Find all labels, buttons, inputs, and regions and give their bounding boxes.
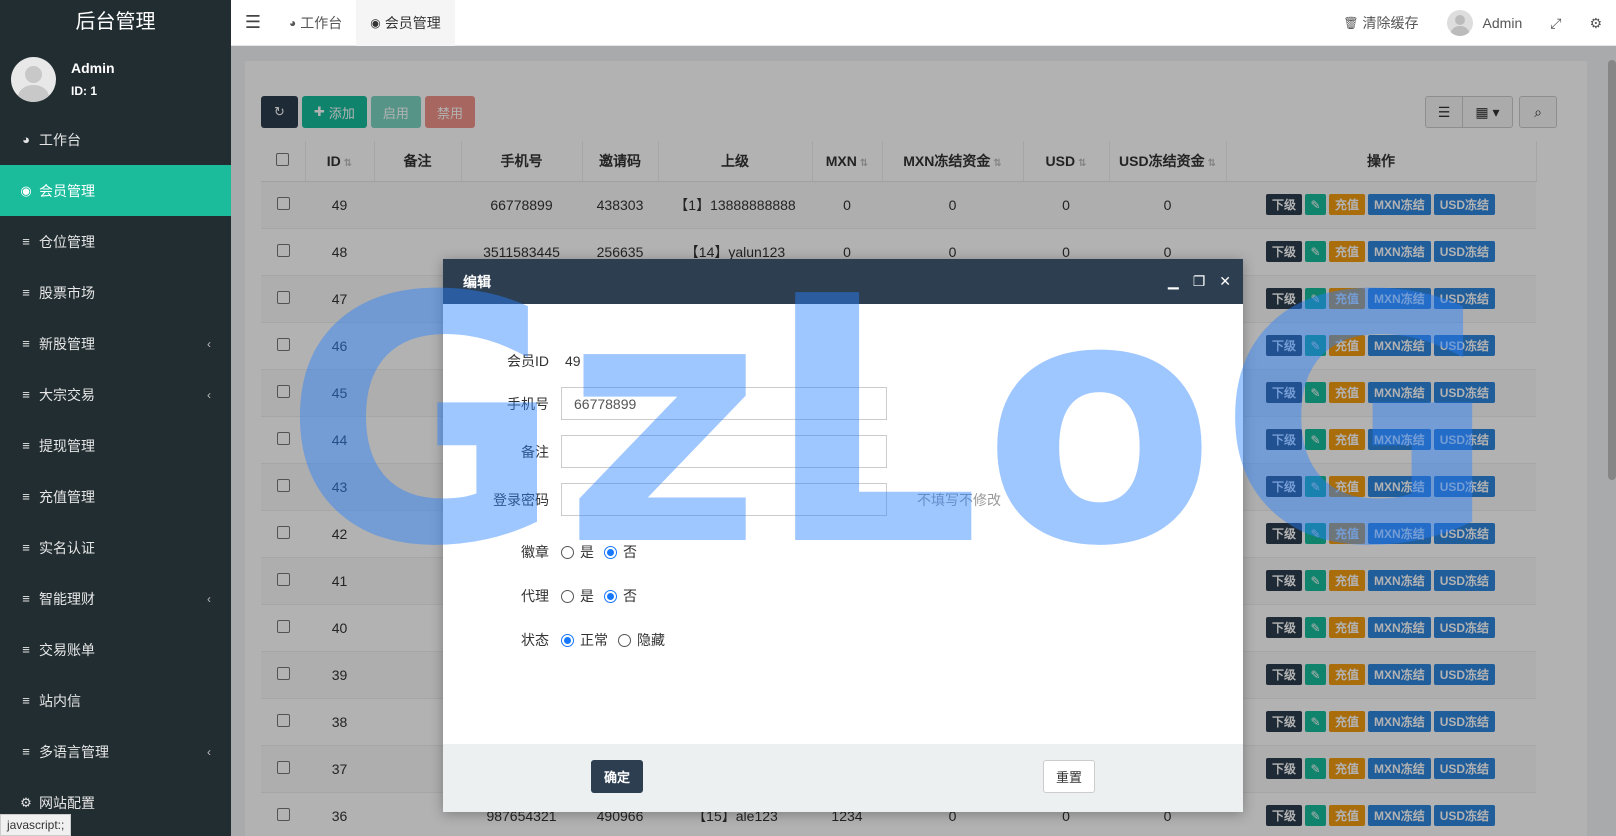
list-icon: ≡ (22, 234, 30, 249)
sidebar-item[interactable]: ≡ 大宗交易 ‹ (0, 369, 231, 420)
sidebar-item[interactable]: ≡ 智能理财 ‹ (0, 573, 231, 624)
form-row-agent: 代理 是 否 (521, 586, 637, 606)
note-input[interactable] (561, 435, 887, 468)
settings-gear-icon[interactable]: ⚙ (1575, 15, 1616, 32)
menu-toggle-icon[interactable]: ☰ (231, 12, 275, 33)
password-input[interactable] (561, 483, 887, 516)
brand-title[interactable]: 后台管理 (0, 0, 231, 44)
sidebar-item-label: 实名认证 (39, 539, 95, 556)
form-row-note: 备注 (443, 435, 887, 468)
sidebar-item-label: 网站配置 (39, 794, 95, 811)
sidebar-item-label: 大宗交易 (39, 386, 95, 403)
status-normal-radio[interactable]: 正常 (561, 630, 608, 650)
user-circle-icon: ◉ (370, 15, 381, 30)
phone-input[interactable]: 66778899 (561, 387, 887, 420)
trash-icon: 🗑 (1343, 16, 1359, 30)
list-icon: ≡ (22, 591, 30, 606)
maximize-icon[interactable]: ❐ (1193, 273, 1206, 290)
form-row-badge: 徽章 是 否 (521, 542, 637, 562)
member-id-value: 49 (565, 353, 581, 369)
sidebar-item-label: 新股管理 (39, 335, 95, 352)
sidebar-item-label: 会员管理 (39, 182, 95, 199)
sidebar-item-label: 仓位管理 (39, 233, 95, 250)
user-id: ID: 1 (71, 84, 98, 98)
sidebar-item[interactable]: ◉ 会员管理 (0, 165, 231, 216)
fullscreen-icon[interactable]: ⤢ (1536, 15, 1575, 32)
agent-no-radio[interactable]: 否 (604, 586, 637, 606)
clear-cache-button[interactable]: 🗑 清除缓存 (1329, 13, 1432, 33)
sidebar-item[interactable]: ≡ 站内信 (0, 675, 231, 726)
sidebar: 后台管理 Admin ID: 1 ◕ 工作台 ◉ 会员管理 ≡ 仓位管理 ≡ 股票市场 ≡ 新股管… (0, 0, 231, 836)
chevron-left-icon: ‹ (207, 387, 211, 402)
dashboard-icon: ◕ (22, 132, 30, 147)
list-icon: ≡ (22, 438, 30, 453)
close-icon[interactable]: ✕ (1219, 273, 1231, 290)
sidebar-item-label: 工作台 (39, 131, 81, 148)
modal-header: 编辑 ▁ ❐ ✕ (443, 259, 1243, 304)
confirm-button[interactable]: 确定 (591, 760, 643, 793)
user-panel: Admin ID: 1 (0, 44, 231, 114)
list-icon: ≡ (22, 642, 30, 657)
minimize-icon[interactable]: ▁ (1168, 273, 1179, 290)
list-icon: ≡ (22, 489, 30, 504)
modal-footer: 确定 重置 (443, 744, 1243, 812)
list-icon: ≡ (22, 285, 30, 300)
form-row-member-id: 会员ID 49 (507, 353, 581, 369)
form-row-password: 登录密码 不填写不修改 (443, 483, 1001, 516)
user-name: Admin (71, 60, 115, 76)
sidebar-item-label: 提现管理 (39, 437, 95, 454)
chevron-left-icon: ‹ (207, 744, 211, 759)
sidebar-item-label: 交易账单 (39, 641, 95, 658)
status-hidden-radio[interactable]: 隐藏 (618, 630, 665, 650)
modal-title: 编辑 (463, 273, 491, 290)
sidebar-item[interactable]: ≡ 新股管理 ‹ (0, 318, 231, 369)
form-row-phone: 手机号 66778899 (443, 387, 887, 420)
agent-yes-radio[interactable]: 是 (561, 586, 594, 606)
sidebar-item[interactable]: ◕ 工作台 (0, 114, 231, 165)
sidebar-item[interactable]: ≡ 交易账单 (0, 624, 231, 675)
list-icon: ≡ (22, 336, 30, 351)
password-hint: 不填写不修改 (917, 491, 1001, 508)
avatar (11, 56, 56, 102)
topbar: ☰ ◕ 工作台 ◉ 会员管理 🗑 清除缓存 Admin ⤢ ⚙ (231, 0, 1616, 46)
list-icon: ≡ (22, 540, 30, 555)
tab-dashboard[interactable]: ◕ 工作台 (275, 0, 356, 46)
sidebar-item-label: 多语言管理 (39, 743, 109, 760)
chevron-left-icon: ‹ (207, 336, 211, 351)
form-row-status: 状态 正常 隐藏 (521, 630, 665, 650)
sidebar-item[interactable]: ≡ 实名认证 (0, 522, 231, 573)
sidebar-item[interactable]: ≡ 充值管理 (0, 471, 231, 522)
list-icon: ≡ (22, 744, 30, 759)
admin-user-menu[interactable]: Admin (1433, 10, 1537, 36)
sidebar-item[interactable]: ≡ 股票市场 (0, 267, 231, 318)
sidebar-item-label: 站内信 (39, 692, 81, 709)
sidebar-item-label: 充值管理 (39, 488, 95, 505)
dashboard-icon: ◕ (289, 15, 297, 30)
sidebar-item-label: 智能理财 (39, 590, 95, 607)
chevron-left-icon: ‹ (207, 591, 211, 606)
sidebar-item[interactable]: ≡ 多语言管理 ‹ (0, 726, 231, 777)
avatar (1446, 10, 1473, 36)
status-bar-url: javascript:; (0, 814, 72, 836)
sidebar-item[interactable]: ≡ 提现管理 (0, 420, 231, 471)
user-circle-icon: ◉ (20, 182, 32, 198)
list-icon: ≡ (22, 693, 30, 708)
edit-modal: 编辑 ▁ ❐ ✕ 会员ID 49 手机号 66778899 备注 登录密码 不填… (443, 259, 1243, 812)
badge-no-radio[interactable]: 否 (604, 542, 637, 562)
sidebar-item[interactable]: ≡ 仓位管理 (0, 216, 231, 267)
badge-yes-radio[interactable]: 是 (561, 542, 594, 562)
sidebar-menu: ◕ 工作台 ◉ 会员管理 ≡ 仓位管理 ≡ 股票市场 ≡ 新股管理 ‹ ≡ 大宗交易 ‹ ≡ 提现管理 ≡ 充值管… (0, 114, 231, 828)
reset-button[interactable]: 重置 (1043, 760, 1095, 793)
sidebar-item-label: 股票市场 (39, 284, 95, 301)
list-icon: ≡ (22, 387, 30, 402)
tab-member-management[interactable]: ◉ 会员管理 (356, 0, 455, 46)
gear-icon: ⚙ (20, 794, 32, 810)
